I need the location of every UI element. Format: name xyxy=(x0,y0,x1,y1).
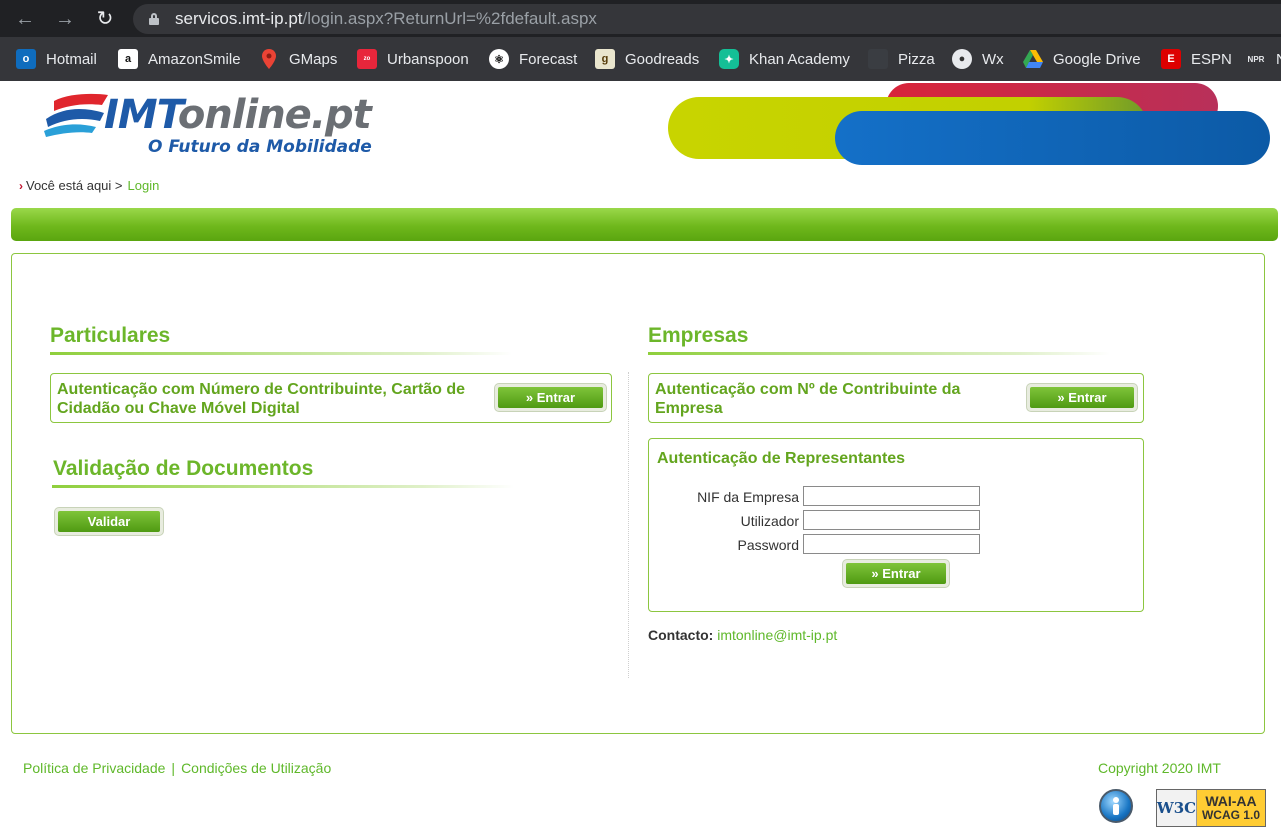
empresas-auth-box: Autenticação com Nº de Contribuinte da E… xyxy=(648,373,1144,423)
bookmark-espn[interactable]: E ESPN xyxy=(1161,48,1232,70)
representantes-title: Autenticação de Representantes xyxy=(657,450,906,467)
goodreads-icon: g xyxy=(595,49,615,69)
page: IMTonline.pt O Futuro da Mobilidade › Voc… xyxy=(0,81,1281,828)
copyright: Copyright 2020 IMT xyxy=(1098,760,1221,776)
footer-separator: | xyxy=(171,760,176,776)
bookmark-gmaps[interactable]: GMaps xyxy=(259,48,337,70)
contact: Contacto: imtonline@imt-ip.pt xyxy=(648,627,837,643)
outlook-icon: o xyxy=(16,49,36,69)
terms-link[interactable]: Condições de Utilização xyxy=(181,760,331,776)
bookmarks-bar: o Hotmail a AmazonSmile GMaps zo Urbanspoon… xyxy=(0,37,1281,81)
bookmark-wx[interactable]: ● Wx xyxy=(952,48,1004,70)
khan-academy-icon: ✦ xyxy=(719,49,739,69)
footer-links: Política de Privacidade | Condições de Uti… xyxy=(23,760,331,776)
utilizador-input[interactable] xyxy=(803,510,980,530)
globe-icon: ● xyxy=(952,49,972,69)
particulares-underline xyxy=(50,352,512,355)
nif-input[interactable] xyxy=(803,486,980,506)
particulares-auth-text: Autenticação com Número de Contribuinte,… xyxy=(57,381,466,417)
google-drive-icon xyxy=(1023,49,1043,69)
urbanspoon-icon: zo xyxy=(357,49,377,69)
empresas-title: Empresas xyxy=(648,324,749,347)
validacao-title: Validação de Documentos xyxy=(53,457,314,480)
nav-bar xyxy=(11,208,1278,241)
w3c-badge-line2: WCAG 1.0 xyxy=(1201,808,1260,822)
bookmark-google-drive[interactable]: Google Drive xyxy=(1023,48,1141,70)
maps-pin-icon xyxy=(259,49,279,69)
bookmark-khan-academy[interactable]: ✦ Khan Academy xyxy=(719,48,850,70)
password-label: Password xyxy=(737,537,799,553)
w3c-logo: W3C xyxy=(1157,790,1197,826)
logo-wordmark: IMTonline.pt xyxy=(104,92,372,138)
bookmark-goodreads[interactable]: g Goodreads xyxy=(595,48,699,70)
privacy-link[interactable]: Política de Privacidade xyxy=(23,760,165,776)
breadcrumb-arrow-icon: › xyxy=(19,179,23,193)
bookmark-amazonsmile[interactable]: a AmazonSmile xyxy=(118,48,241,70)
npr-icon: NPR xyxy=(1247,54,1265,64)
amazon-icon: a xyxy=(118,49,138,69)
header-banner xyxy=(668,81,1281,171)
column-divider xyxy=(628,372,629,678)
bookmark-urbanspoon[interactable]: zo Urbanspoon xyxy=(357,48,469,70)
bookmark-pizza[interactable]: Pizza xyxy=(868,48,935,70)
empresas-enter-button[interactable]: » Entrar xyxy=(1027,384,1137,411)
url-text[interactable]: servicos.imt-ip.pt/login.aspx?ReturnUrl=… xyxy=(175,9,597,29)
back-icon[interactable]: ← xyxy=(12,6,38,32)
breadcrumb-current[interactable]: Login xyxy=(128,178,160,193)
bookmark-hotmail[interactable]: o Hotmail xyxy=(16,48,97,70)
empresas-underline xyxy=(648,352,1110,355)
accessibility-icon[interactable] xyxy=(1099,789,1133,823)
lock-icon xyxy=(149,13,159,25)
bookmark-forecast[interactable]: ⚛ Forecast xyxy=(489,48,577,70)
reload-icon[interactable]: ↻ xyxy=(92,6,118,32)
validacao-underline xyxy=(52,485,514,488)
w3c-badge-line1: WAI-AA xyxy=(1205,793,1257,809)
logo-tagline: O Futuro da Mobilidade xyxy=(148,137,372,157)
espn-icon: E xyxy=(1161,49,1181,69)
validar-button[interactable]: Validar xyxy=(55,508,163,535)
breadcrumb: › Você está aqui > Login xyxy=(19,178,160,193)
particulares-auth-box: Autenticação com Número de Contribuinte,… xyxy=(50,373,612,423)
utilizador-label: Utilizador xyxy=(740,513,799,529)
representantes-enter-button[interactable]: » Entrar xyxy=(843,560,949,587)
bookmark-npr[interactable]: NPRN xyxy=(1246,48,1281,70)
forecast-icon: ⚛ xyxy=(489,49,509,69)
particulares-title: Particulares xyxy=(50,324,171,347)
imt-logo[interactable]: IMTonline.pt O Futuro da Mobilidade xyxy=(44,91,404,161)
particulares-enter-button[interactable]: » Entrar xyxy=(495,384,606,411)
browser-toolbar: ← → ↻ servicos.imt-ip.pt/login.aspx?Retu… xyxy=(0,0,1281,37)
contact-email-link[interactable]: imtonline@imt-ip.pt xyxy=(717,627,837,643)
forward-icon[interactable]: → xyxy=(52,6,78,32)
logo-swoosh-icon xyxy=(44,93,108,137)
password-input[interactable] xyxy=(803,534,980,554)
representantes-box: Autenticação de Representantes NIF da Em… xyxy=(648,438,1144,612)
address-bar[interactable]: servicos.imt-ip.pt/login.aspx?ReturnUrl=… xyxy=(133,4,1281,34)
empresas-auth-text: Autenticação com Nº de Contribuinte da E… xyxy=(655,381,961,417)
nif-label: NIF da Empresa xyxy=(697,489,799,505)
contact-label: Contacto: xyxy=(648,627,714,643)
pizza-icon xyxy=(868,49,888,69)
w3c-wai-aa-badge[interactable]: W3C WAI-AA WCAG 1.0 xyxy=(1156,789,1266,827)
